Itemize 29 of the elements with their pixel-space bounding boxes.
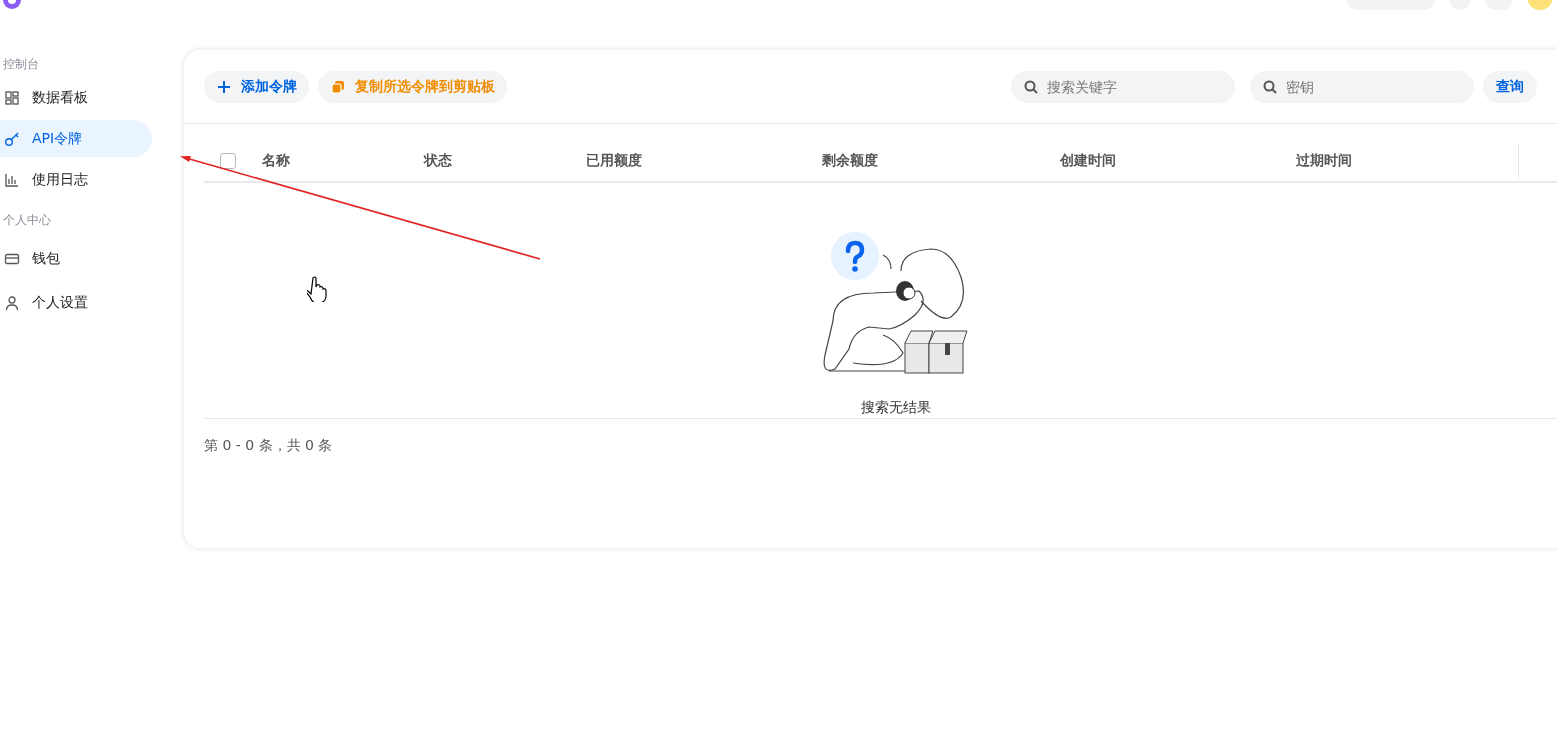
search-field[interactable]: 搜索关键字: [1011, 71, 1235, 103]
sidebar-item[interactable]: 个人设置: [0, 284, 152, 321]
grid-icon: [4, 89, 20, 106]
add-token-button[interactable]: 添加令牌: [204, 71, 309, 103]
column-header: 状态: [424, 151, 452, 170]
copy-icon: [330, 79, 346, 95]
sidebar-item[interactable]: 钱包: [0, 240, 152, 277]
empty-message: 搜索无结果: [860, 399, 931, 417]
sidebar-item[interactable]: API令牌: [0, 120, 152, 157]
key-field[interactable]: 密钥: [1250, 71, 1474, 103]
sidebar-item[interactable]: 数据看板: [0, 79, 152, 116]
key-icon: [4, 130, 20, 147]
search-icon: [1262, 79, 1278, 95]
sidebar-item[interactable]: 使用日志: [0, 161, 152, 198]
search-icon: [1023, 79, 1039, 95]
column-header: 剩余额度: [822, 151, 878, 170]
user-icon: [4, 294, 20, 311]
column-header: 名称: [262, 151, 290, 170]
sidebar-section-title: 个人中心: [2, 212, 51, 229]
hand-cursor-icon: [307, 276, 329, 302]
bar-chart-icon: [4, 171, 20, 188]
pagination-summary: 第 0 - 0 条，共 0 条: [204, 437, 333, 453]
select-all-checkbox[interactable]: [220, 152, 236, 169]
plus-icon: [216, 79, 232, 95]
sidebar-section-title: 控制台: [2, 56, 39, 73]
column-header: 创建时间: [1060, 151, 1116, 170]
column-header: 过期时间: [1296, 151, 1352, 170]
column-header: 已用额度: [586, 151, 642, 170]
query-button[interactable]: 查询: [1483, 71, 1537, 103]
